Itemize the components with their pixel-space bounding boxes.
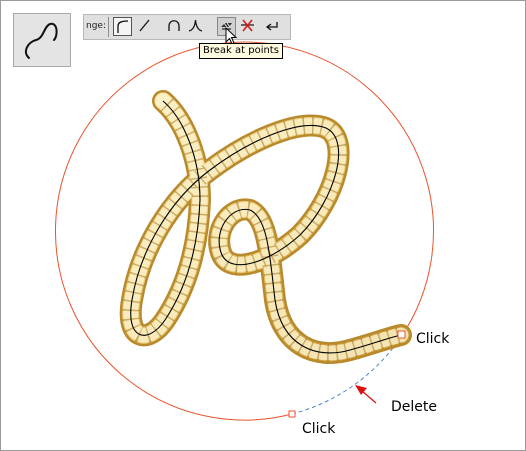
end-node-bottom[interactable] bbox=[288, 410, 296, 418]
callout-click-start-node: Click bbox=[302, 421, 336, 437]
smooth-join-button[interactable] bbox=[113, 17, 132, 36]
cusp-point-icon bbox=[188, 19, 203, 32]
smooth-curve-icon bbox=[117, 20, 129, 33]
delete-arrow bbox=[355, 385, 377, 404]
toolbar-separator bbox=[108, 17, 109, 37]
drawing-canvas[interactable] bbox=[0, 0, 526, 451]
rope-stroke[interactable] bbox=[119, 90, 412, 364]
tooltip-break-at-points: Break at points bbox=[199, 43, 283, 59]
straight-line-icon bbox=[139, 19, 150, 32]
circle-path[interactable] bbox=[54, 41, 434, 421]
callout-delete: Delete bbox=[391, 399, 437, 415]
make-cusp-button[interactable] bbox=[187, 17, 206, 36]
freehand-curve-icon bbox=[25, 22, 58, 59]
shape-editor-tool-tile[interactable] bbox=[13, 13, 71, 67]
node-editing-toolbar: nge: bbox=[83, 14, 291, 40]
make-smooth-button[interactable] bbox=[166, 17, 185, 36]
smooth-point-icon bbox=[168, 20, 180, 31]
callout-click-end-node: Click bbox=[416, 331, 450, 347]
make-line-button[interactable] bbox=[136, 17, 155, 36]
toolbar-label: nge: bbox=[86, 21, 106, 31]
delete-points-button[interactable] bbox=[239, 17, 258, 36]
reverse-path-button[interactable] bbox=[264, 17, 283, 36]
reverse-path-icon bbox=[265, 22, 278, 31]
delete-point-icon bbox=[241, 19, 254, 32]
end-node-right[interactable] bbox=[397, 330, 406, 339]
